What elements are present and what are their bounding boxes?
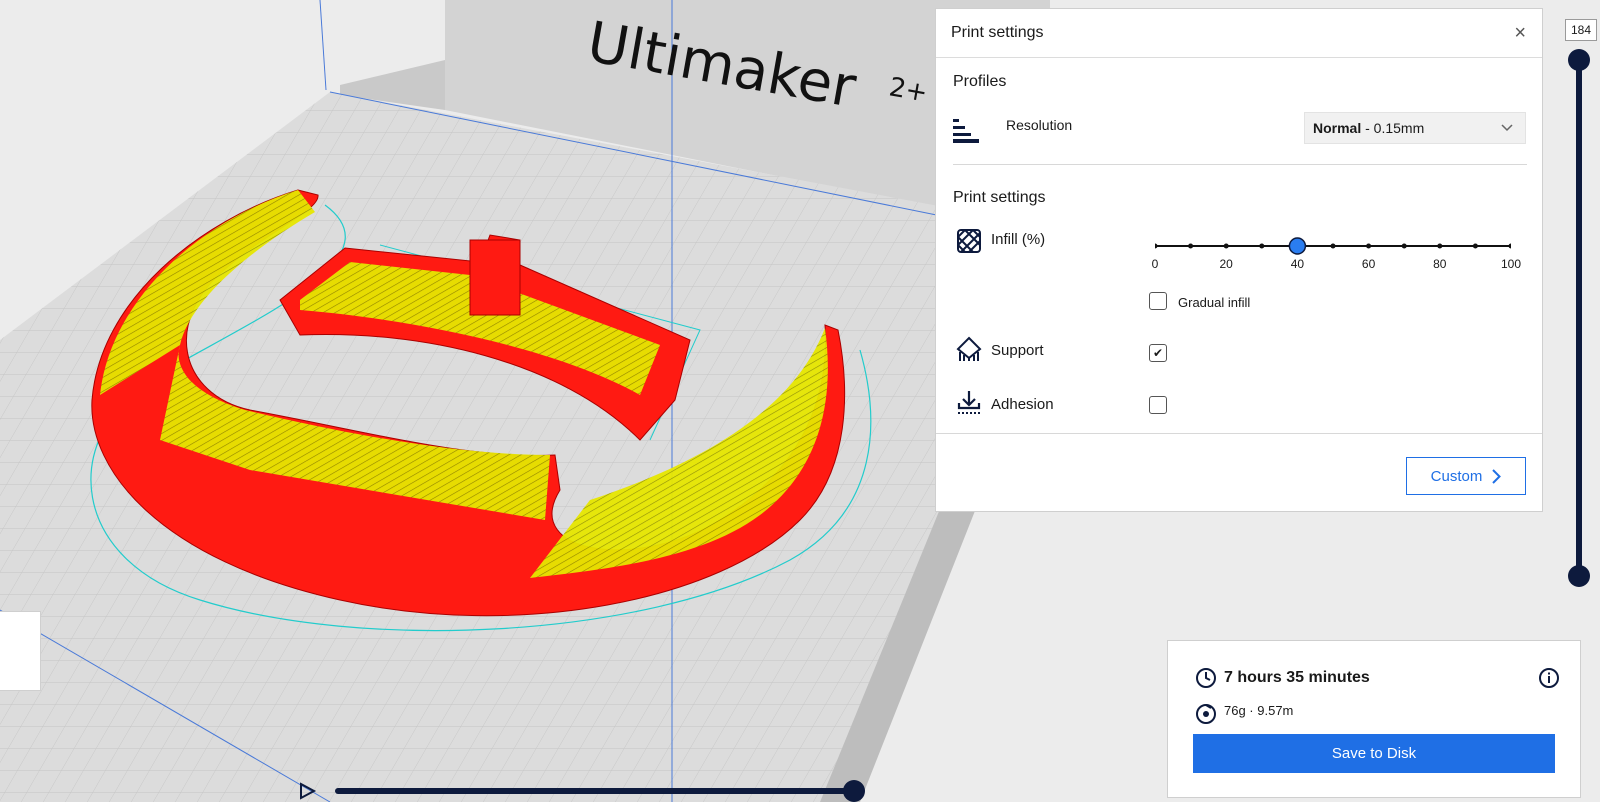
layer-slider-bottom-handle[interactable] bbox=[1568, 565, 1590, 587]
slider-tick-dot bbox=[1155, 243, 1158, 249]
print-estimate-panel: 7 hours 35 minutes 76g · 9.57m Save to D… bbox=[1167, 640, 1581, 798]
panel-header: Print settings × bbox=[936, 9, 1542, 58]
slider-tick-dot bbox=[1223, 243, 1229, 249]
resolution-dropdown[interactable]: Normal - 0.15mm bbox=[1304, 112, 1526, 144]
adhesion-checkbox[interactable] bbox=[1149, 396, 1167, 414]
resolution-icon bbox=[953, 119, 979, 143]
tick-label: 40 bbox=[1290, 257, 1305, 271]
tick-label: 0 bbox=[1151, 257, 1159, 271]
profiles-label: Profiles bbox=[953, 73, 1007, 90]
custom-button-label: Custom bbox=[1430, 467, 1483, 485]
tick-label: 100 bbox=[1500, 257, 1522, 271]
gradual-infill-label: Gradual infill bbox=[1178, 295, 1251, 310]
slider-tick-dot bbox=[1330, 243, 1336, 249]
slider-tick-dot bbox=[1401, 243, 1407, 249]
infill-tick-labels: 0 20 40 60 80 100 bbox=[1151, 257, 1521, 273]
slider-tick-dot bbox=[1437, 243, 1443, 249]
save-to-disk-button[interactable]: Save to Disk bbox=[1193, 734, 1555, 773]
play-icon[interactable] bbox=[298, 781, 318, 801]
infill-label: Infill (%) bbox=[991, 231, 1046, 248]
divider bbox=[953, 164, 1527, 165]
infill-slider-handle[interactable] bbox=[1288, 237, 1307, 255]
slider-tick-dot bbox=[1366, 243, 1372, 249]
print-time: 7 hours 35 minutes bbox=[1224, 669, 1370, 686]
divider bbox=[936, 433, 1542, 434]
gradual-infill-checkbox[interactable] bbox=[1149, 292, 1167, 310]
material-usage: 76g · 9.57m bbox=[1224, 703, 1294, 718]
custom-button[interactable]: Custom bbox=[1406, 457, 1526, 495]
adhesion-label: Adhesion bbox=[991, 396, 1054, 413]
infill-icon bbox=[957, 229, 981, 253]
clock-icon bbox=[1196, 668, 1216, 688]
chevron-down-icon bbox=[1501, 124, 1513, 132]
slider-tick-dot bbox=[1508, 243, 1511, 249]
panel-title: Print settings bbox=[951, 24, 1044, 41]
support-label: Support bbox=[991, 342, 1044, 359]
left-toolbar-panel bbox=[0, 611, 41, 691]
simulation-slider-handle[interactable] bbox=[843, 780, 865, 802]
resolution-label: Resolution bbox=[1006, 117, 1073, 133]
tick-label: 80 bbox=[1433, 257, 1447, 271]
tick-label: 20 bbox=[1219, 257, 1233, 271]
layer-slider-top-handle[interactable] bbox=[1568, 49, 1590, 71]
layer-number-badge[interactable]: 184 bbox=[1565, 19, 1597, 41]
adhesion-icon bbox=[957, 391, 981, 414]
layer-slider[interactable] bbox=[1558, 18, 1600, 588]
close-icon[interactable]: × bbox=[1514, 23, 1526, 43]
chevron-right-icon bbox=[1492, 468, 1502, 484]
resolution-value: Normal - 0.15mm bbox=[1313, 120, 1425, 136]
slider-tick-dot bbox=[1259, 243, 1265, 249]
support-checkbox[interactable]: ✔ bbox=[1149, 344, 1167, 362]
info-icon[interactable] bbox=[1538, 667, 1560, 689]
simulation-slider[interactable] bbox=[334, 778, 870, 802]
check-icon: ✔ bbox=[1152, 346, 1164, 360]
support-icon bbox=[956, 336, 982, 361]
print-settings-panel: Print settings × Profiles Resolution Nor… bbox=[935, 8, 1543, 512]
print-settings-section-label: Print settings bbox=[953, 189, 1046, 206]
slider-tick-dot bbox=[1472, 243, 1478, 249]
spool-icon bbox=[1196, 704, 1216, 724]
tick-label: 60 bbox=[1361, 257, 1376, 271]
slider-tick-dot bbox=[1188, 243, 1194, 249]
